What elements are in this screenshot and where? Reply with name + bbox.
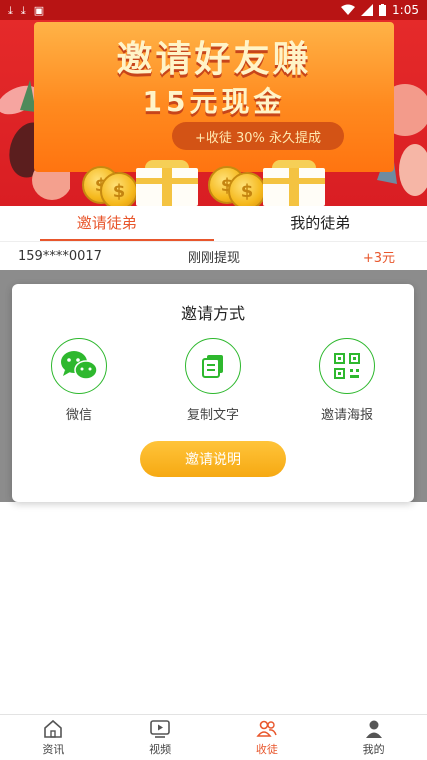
banner-title: 邀请好友赚 [116, 39, 312, 80]
share-wechat-label: 微信 [65, 408, 92, 423]
tab-my-apprentices[interactable]: 我的徒弟 [214, 206, 427, 241]
invite-banner[interactable]: 邀请好友赚 15元现金 +收徒 30% 永久提成 $ $ $ $ [0, 20, 427, 206]
coin-icon: $ [100, 172, 138, 206]
banner-commission-pill: +收徒 30% 永久提成 [172, 122, 344, 150]
invite-poster-label: 邀请海报 [320, 408, 373, 423]
download-icon: ⤓ [8, 3, 13, 17]
wifi-icon [341, 4, 356, 15]
signal-icon [361, 4, 374, 16]
copy-text-button[interactable]: 复制文字 [168, 338, 258, 423]
status-time: 1:05 [392, 3, 419, 17]
banner-card: 邀请好友赚 15元现金 +收徒 30% 永久提成 [34, 22, 394, 172]
wechat-icon [51, 338, 107, 394]
invite-explanation-button[interactable]: 邀请说明 [140, 441, 286, 477]
nav-video-label: 视频 [149, 743, 172, 756]
nav-news-label: 资讯 [42, 743, 65, 756]
tab-bar: 邀请徒弟 我的徒弟 [0, 206, 427, 242]
invite-method-dialog: 邀请方式 微信 复制文字 邀请海报 邀请说明 [12, 284, 414, 502]
nav-news[interactable]: 资讯 [0, 715, 107, 760]
home-icon [44, 719, 63, 738]
share-wechat-button[interactable]: 微信 [34, 338, 124, 423]
qr-code-icon [319, 338, 375, 394]
image-icon: ▣ [33, 3, 45, 17]
user-icon [365, 720, 382, 738]
status-bar: ⤓ ⤓ ▣ 1:05 [0, 0, 427, 20]
invite-poster-button[interactable]: 邀请海报 [302, 338, 392, 423]
gift-box-icon [263, 168, 325, 206]
withdraw-notice: 159****0017 刚刚提现 +3元 [0, 243, 427, 269]
bottom-nav: 资讯 视频 收徒 我的 [0, 714, 427, 760]
copy-text-label: 复制文字 [186, 408, 239, 423]
download-icon: ⤓ [20, 3, 26, 17]
battery-icon [379, 4, 387, 16]
coin-icon: $ [228, 172, 266, 206]
nav-recruit[interactable]: 收徒 [214, 715, 321, 760]
nav-me[interactable]: 我的 [320, 715, 427, 760]
tab-invite-apprentice[interactable]: 邀请徒弟 [0, 206, 214, 241]
notice-text: 刚刚提现 [188, 250, 241, 266]
people-icon [256, 720, 277, 737]
nav-me-label: 我的 [362, 743, 385, 756]
gift-box-icon [136, 168, 198, 206]
copy-text-icon [185, 338, 241, 394]
nav-recruit-label: 收徒 [255, 743, 278, 756]
banner-subtitle: 15元现金 [142, 85, 286, 118]
dialog-title: 邀请方式 [180, 304, 245, 323]
notice-amount: +3元 [362, 250, 395, 266]
video-icon [150, 720, 170, 738]
nav-video[interactable]: 视频 [107, 715, 214, 760]
notice-phone: 159****0017 [18, 248, 102, 264]
